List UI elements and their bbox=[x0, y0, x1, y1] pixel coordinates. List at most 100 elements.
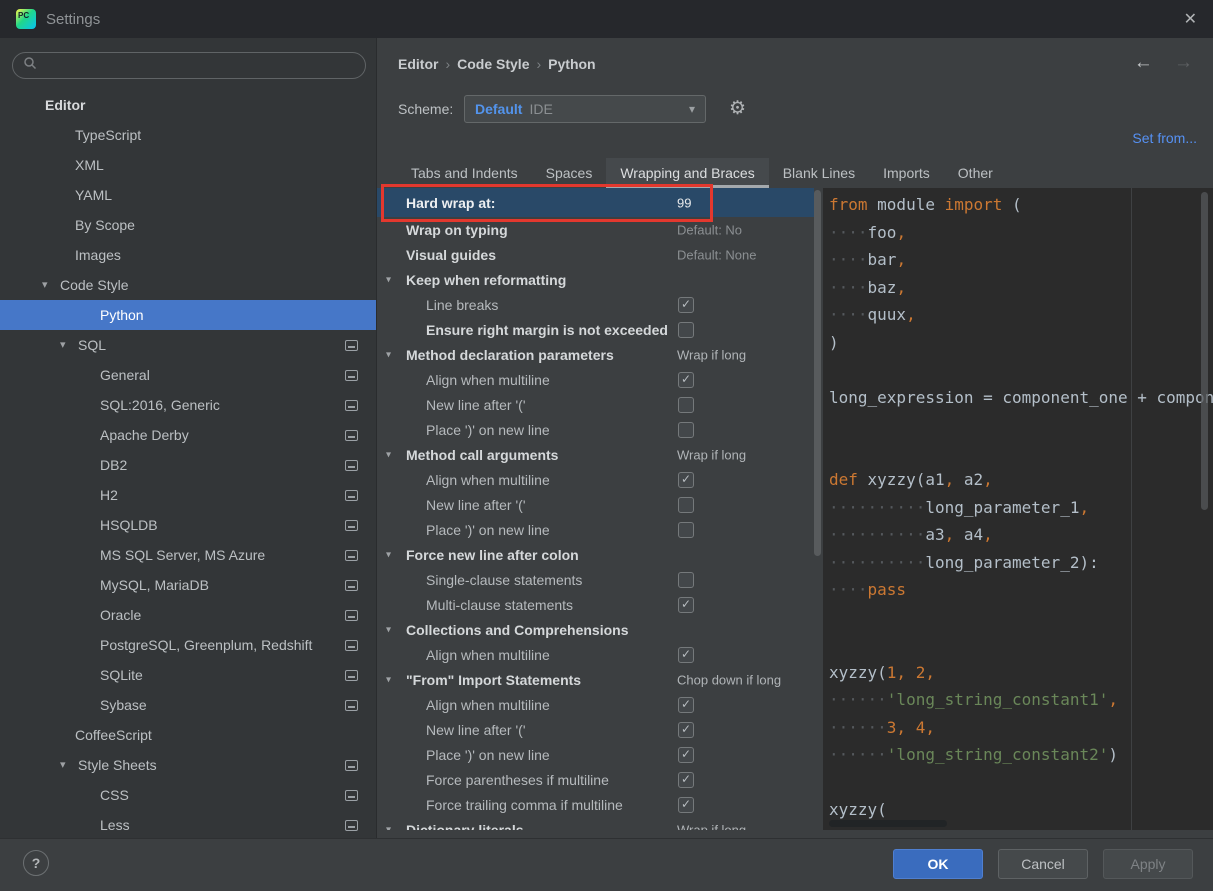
setting-value[interactable]: Chop down if long bbox=[677, 672, 781, 687]
setting-value[interactable]: 99 bbox=[677, 195, 691, 210]
sidebar-item-typescript[interactable]: TypeScript bbox=[0, 120, 376, 150]
sidebar-item-python[interactable]: Python bbox=[0, 300, 376, 330]
setting-row-force-new-line-after-colon[interactable]: ▾Force new line after colon bbox=[377, 542, 814, 567]
checkbox[interactable] bbox=[678, 522, 694, 538]
setting-row-single-clause-statements[interactable]: Single-clause statements bbox=[377, 567, 814, 592]
sidebar-item-mysql-mariadb[interactable]: MySQL, MariaDB bbox=[0, 570, 376, 600]
sidebar-item-apache-derby[interactable]: Apache Derby bbox=[0, 420, 376, 450]
sidebar-item-code-style[interactable]: ▾Code Style bbox=[0, 270, 376, 300]
gear-icon[interactable]: ⚙ bbox=[729, 97, 746, 120]
breadcrumb-item-python[interactable]: Python bbox=[548, 56, 595, 72]
setting-row-place-on-new-line[interactable]: Place ')' on new line bbox=[377, 517, 814, 542]
breadcrumb-item-editor[interactable]: Editor bbox=[398, 56, 438, 72]
setting-row-dictionary-literals[interactable]: ▾Dictionary literalsWrap if long bbox=[377, 817, 814, 830]
tab-other[interactable]: Other bbox=[944, 158, 1007, 188]
checkbox[interactable] bbox=[678, 422, 694, 438]
sidebar-item-coffeescript[interactable]: CoffeeScript bbox=[0, 720, 376, 750]
chevron-down-icon[interactable]: ▾ bbox=[60, 330, 66, 360]
tab-wrapping-and-braces[interactable]: Wrapping and Braces bbox=[606, 158, 768, 188]
checkbox[interactable]: ✓ bbox=[678, 472, 694, 488]
back-arrow-icon[interactable]: ← bbox=[1134, 52, 1153, 73]
checkbox[interactable] bbox=[678, 397, 694, 413]
tab-spaces[interactable]: Spaces bbox=[532, 158, 607, 188]
sidebar-item-h2[interactable]: H2 bbox=[0, 480, 376, 510]
scheme-select[interactable]: Default IDE ▾ bbox=[464, 95, 706, 123]
chevron-down-icon[interactable]: ▾ bbox=[386, 274, 391, 285]
settings-scrollbar[interactable] bbox=[814, 190, 821, 556]
sidebar-item-sql-2016-generic[interactable]: SQL:2016, Generic bbox=[0, 390, 376, 420]
sidebar-item-style-sheets[interactable]: ▾Style Sheets bbox=[0, 750, 376, 780]
sidebar-item-oracle[interactable]: Oracle bbox=[0, 600, 376, 630]
set-from-link[interactable]: Set from... bbox=[1132, 130, 1197, 146]
sidebar-item-sybase[interactable]: Sybase bbox=[0, 690, 376, 720]
checkbox[interactable] bbox=[678, 322, 694, 338]
checkbox[interactable]: ✓ bbox=[678, 697, 694, 713]
sidebar-item-css[interactable]: CSS bbox=[0, 780, 376, 810]
tab-imports[interactable]: Imports bbox=[869, 158, 944, 188]
setting-row-method-declaration-parameters[interactable]: ▾Method declaration parametersWrap if lo… bbox=[377, 342, 814, 367]
sidebar-item-yaml[interactable]: YAML bbox=[0, 180, 376, 210]
chevron-down-icon[interactable]: ▾ bbox=[386, 449, 391, 460]
chevron-down-icon[interactable]: ▾ bbox=[42, 270, 48, 300]
sidebar-item-xml[interactable]: XML bbox=[0, 150, 376, 180]
sidebar-item-ms-sql-server-ms-azure[interactable]: MS SQL Server, MS Azure bbox=[0, 540, 376, 570]
close-icon[interactable]: ✕ bbox=[1184, 9, 1197, 29]
setting-row-align-when-multiline[interactable]: Align when multiline✓ bbox=[377, 467, 814, 492]
setting-row-ensure-right-margin-is-not-exceeded[interactable]: Ensure right margin is not exceeded bbox=[377, 317, 814, 342]
setting-value[interactable]: Default: No bbox=[677, 222, 742, 237]
setting-row-method-call-arguments[interactable]: ▾Method call argumentsWrap if long bbox=[377, 442, 814, 467]
setting-row-align-when-multiline[interactable]: Align when multiline✓ bbox=[377, 642, 814, 667]
sidebar-item-hsqldb[interactable]: HSQLDB bbox=[0, 510, 376, 540]
setting-row-line-breaks[interactable]: Line breaks✓ bbox=[377, 292, 814, 317]
setting-row-collections-and-comprehensions[interactable]: ▾Collections and Comprehensions bbox=[377, 617, 814, 642]
checkbox[interactable]: ✓ bbox=[678, 372, 694, 388]
checkbox[interactable]: ✓ bbox=[678, 747, 694, 763]
chevron-down-icon[interactable]: ▾ bbox=[386, 349, 391, 360]
editor-vertical-scrollbar[interactable] bbox=[1201, 192, 1208, 510]
setting-row-multi-clause-statements[interactable]: Multi-clause statements✓ bbox=[377, 592, 814, 617]
setting-row-align-when-multiline[interactable]: Align when multiline✓ bbox=[377, 367, 814, 392]
setting-row-force-trailing-comma-if-multiline[interactable]: Force trailing comma if multiline✓ bbox=[377, 792, 814, 817]
checkbox[interactable]: ✓ bbox=[678, 772, 694, 788]
setting-row-align-when-multiline[interactable]: Align when multiline✓ bbox=[377, 692, 814, 717]
help-button[interactable]: ? bbox=[23, 850, 49, 876]
tab-blank-lines[interactable]: Blank Lines bbox=[769, 158, 869, 188]
tab-tabs-and-indents[interactable]: Tabs and Indents bbox=[397, 158, 532, 188]
search-input[interactable] bbox=[12, 52, 366, 79]
sidebar-item-by-scope[interactable]: By Scope bbox=[0, 210, 376, 240]
setting-value[interactable]: Wrap if long bbox=[677, 447, 746, 462]
setting-value[interactable]: Wrap if long bbox=[677, 347, 746, 362]
sidebar-item-sql[interactable]: ▾SQL bbox=[0, 330, 376, 360]
setting-row-place-on-new-line[interactable]: Place ')' on new line bbox=[377, 417, 814, 442]
breadcrumb-item-code-style[interactable]: Code Style bbox=[457, 56, 529, 72]
setting-row-keep-when-reformatting[interactable]: ▾Keep when reformatting bbox=[377, 267, 814, 292]
setting-row-wrap-on-typing[interactable]: Wrap on typingDefault: No bbox=[377, 217, 814, 242]
editor-horizontal-scrollbar[interactable] bbox=[829, 820, 947, 827]
checkbox[interactable] bbox=[678, 572, 694, 588]
setting-value[interactable]: Wrap if long bbox=[677, 822, 746, 830]
sidebar-item-postgresql-greenplum-redshift[interactable]: PostgreSQL, Greenplum, Redshift bbox=[0, 630, 376, 660]
checkbox[interactable]: ✓ bbox=[678, 297, 694, 313]
checkbox[interactable]: ✓ bbox=[678, 647, 694, 663]
setting-row-force-parentheses-if-multiline[interactable]: Force parentheses if multiline✓ bbox=[377, 767, 814, 792]
setting-value[interactable]: Default: None bbox=[677, 247, 757, 262]
checkbox[interactable]: ✓ bbox=[678, 597, 694, 613]
ok-button[interactable]: OK bbox=[893, 849, 983, 879]
setting-row-visual-guides[interactable]: Visual guidesDefault: None bbox=[377, 242, 814, 267]
chevron-down-icon[interactable]: ▾ bbox=[386, 624, 391, 635]
checkbox[interactable]: ✓ bbox=[678, 797, 694, 813]
sidebar-item-editor[interactable]: Editor bbox=[0, 90, 376, 120]
sidebar-item-less[interactable]: Less bbox=[0, 810, 376, 838]
checkbox[interactable]: ✓ bbox=[678, 722, 694, 738]
sidebar-item-db2[interactable]: DB2 bbox=[0, 450, 376, 480]
checkbox[interactable] bbox=[678, 497, 694, 513]
setting-row-from-import-statements[interactable]: ▾"From" Import StatementsChop down if lo… bbox=[377, 667, 814, 692]
chevron-down-icon[interactable]: ▾ bbox=[386, 674, 391, 685]
setting-row-new-line-after[interactable]: New line after '('✓ bbox=[377, 717, 814, 742]
sidebar-item-sqlite[interactable]: SQLite bbox=[0, 660, 376, 690]
setting-row-place-on-new-line[interactable]: Place ')' on new line✓ bbox=[377, 742, 814, 767]
chevron-down-icon[interactable]: ▾ bbox=[386, 549, 391, 560]
setting-row-new-line-after[interactable]: New line after '(' bbox=[377, 492, 814, 517]
setting-row-new-line-after[interactable]: New line after '(' bbox=[377, 392, 814, 417]
apply-button[interactable]: Apply bbox=[1103, 849, 1193, 879]
